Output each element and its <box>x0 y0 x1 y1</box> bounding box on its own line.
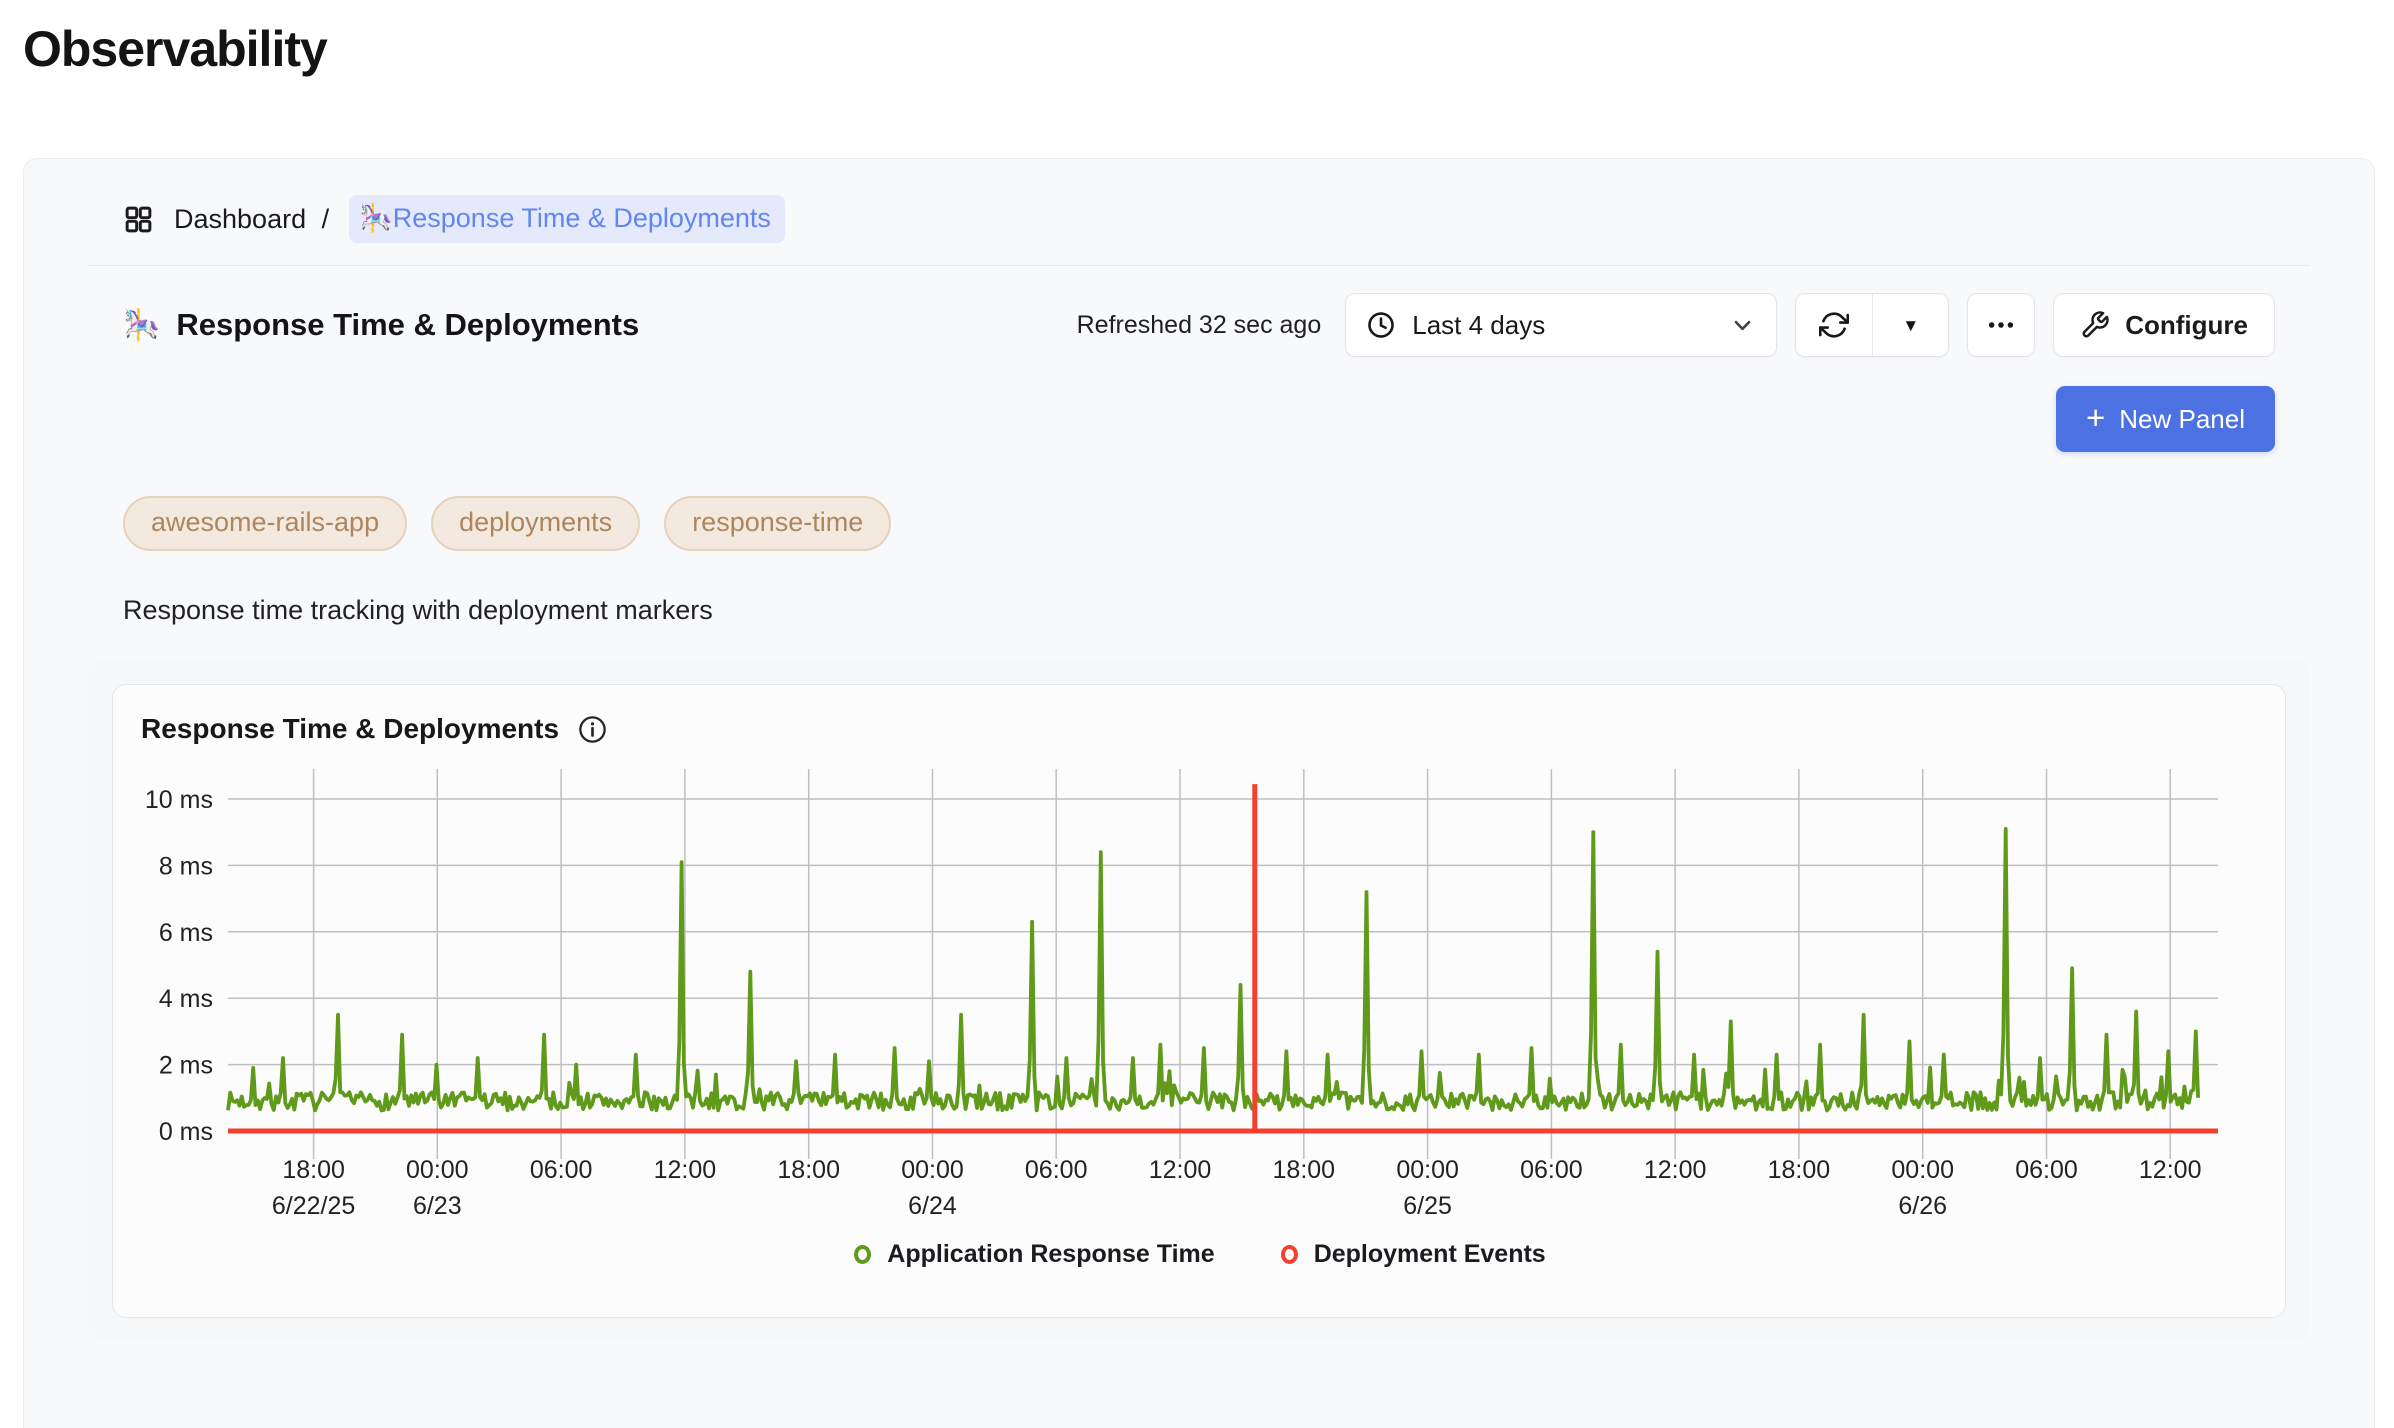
legend-item[interactable]: Application Response Time <box>854 1240 1214 1269</box>
time-range-select[interactable]: Last 4 days <box>1345 293 1777 357</box>
divider <box>88 265 2310 266</box>
dashboard-header-title: 🎠 Response Time & Deployments <box>123 307 639 343</box>
svg-text:10 ms: 10 ms <box>145 786 213 814</box>
chart-plot: 18:00 6/22/25 00:00 6/23 06:00 12:00 18:00 00:0… <box>135 761 2265 1236</box>
svg-text:6/22/25: 6/22/25 <box>272 1192 355 1220</box>
more-options-button[interactable] <box>1967 293 2035 357</box>
refresh-icon <box>1819 310 1849 340</box>
dashboard-card: Dashboard / 🎠 Response Time & Deployment… <box>23 158 2375 1428</box>
breadcrumb: Dashboard / 🎠 Response Time & Deployment… <box>123 195 2275 243</box>
time-range-value: Last 4 days <box>1412 310 1545 341</box>
svg-text:6/25: 6/25 <box>1403 1192 1452 1220</box>
legend-label: Application Response Time <box>887 1240 1214 1269</box>
svg-text:6/26: 6/26 <box>1898 1192 1947 1220</box>
caret-down-icon: ▼ <box>1902 317 1919 334</box>
dashboard-description: Response time tracking with deployment m… <box>123 595 2275 626</box>
svg-text:12:00: 12:00 <box>1644 1156 1707 1184</box>
svg-text:00:00: 00:00 <box>1891 1156 1954 1184</box>
svg-text:06:00: 06:00 <box>2015 1156 2078 1184</box>
chevron-down-icon <box>1729 312 1756 339</box>
svg-text:00:00: 00:00 <box>901 1156 964 1184</box>
svg-text:12:00: 12:00 <box>654 1156 717 1184</box>
refresh-button[interactable] <box>1796 294 1872 356</box>
legend-marker-icon <box>854 1245 871 1264</box>
svg-text:00:00: 00:00 <box>1396 1156 1459 1184</box>
tag-pill[interactable]: deployments <box>431 496 640 551</box>
svg-text:4 ms: 4 ms <box>159 985 213 1013</box>
svg-text:18:00: 18:00 <box>1273 1156 1336 1184</box>
legend-marker-icon <box>1281 1245 1298 1264</box>
new-panel-label: New Panel <box>2119 404 2245 435</box>
refreshed-status: Refreshed 32 sec ago <box>1077 311 1322 340</box>
breadcrumb-dashboard-label: Dashboard <box>174 204 306 234</box>
svg-text:2 ms: 2 ms <box>159 1052 213 1080</box>
svg-text:06:00: 06:00 <box>1025 1156 1088 1184</box>
svg-text:18:00: 18:00 <box>777 1156 840 1184</box>
plus-icon: + <box>2086 399 2105 437</box>
svg-text:18:00: 18:00 <box>1768 1156 1831 1184</box>
carousel-emoji-icon: 🎠 <box>123 308 160 343</box>
dashboard-title-text: Response Time & Deployments <box>176 307 639 343</box>
configure-button[interactable]: Configure <box>2053 293 2275 357</box>
header-controls: Refreshed 32 sec ago Last 4 days <box>1077 293 2275 357</box>
svg-text:12:00: 12:00 <box>1149 1156 1212 1184</box>
svg-text:06:00: 06:00 <box>530 1156 593 1184</box>
page-title: Observability <box>23 20 2375 78</box>
svg-text:6/23: 6/23 <box>413 1192 462 1220</box>
svg-text:12:00: 12:00 <box>2139 1156 2202 1184</box>
svg-text:18:00: 18:00 <box>282 1156 345 1184</box>
clock-icon <box>1366 310 1396 340</box>
svg-text:0 ms: 0 ms <box>159 1118 213 1146</box>
svg-text:06:00: 06:00 <box>1520 1156 1583 1184</box>
refresh-options-button[interactable]: ▼ <box>1872 294 1948 356</box>
tags-row: awesome-rails-app deployments response-tim… <box>123 496 2275 551</box>
breadcrumb-current-link[interactable]: 🎠 Response Time & Deployments <box>349 195 785 243</box>
legend-label: Deployment Events <box>1314 1240 1546 1269</box>
new-panel-button[interactable]: + New Panel <box>2056 386 2275 452</box>
configure-label: Configure <box>2125 310 2248 341</box>
breadcrumb-current-label: Response Time & Deployments <box>393 203 771 234</box>
info-icon[interactable] <box>577 714 608 745</box>
svg-text:8 ms: 8 ms <box>159 852 213 880</box>
chart-card: Response Time & Deployments 18:00 6/22/25… <box>112 684 2286 1318</box>
dashboard-grid-icon[interactable] <box>123 204 154 235</box>
svg-text:00:00: 00:00 <box>406 1156 469 1184</box>
legend-item[interactable]: Deployment Events <box>1281 1240 1546 1269</box>
breadcrumb-separator: / <box>322 204 330 234</box>
chart-title: Response Time & Deployments <box>141 713 559 745</box>
svg-text:6 ms: 6 ms <box>159 919 213 947</box>
chart-header: Response Time & Deployments <box>141 713 2265 745</box>
svg-text:6/24: 6/24 <box>908 1192 957 1220</box>
tag-pill[interactable]: response-time <box>664 496 891 551</box>
carousel-emoji-icon: 🎠 <box>359 202 393 234</box>
tag-pill[interactable]: awesome-rails-app <box>123 496 407 551</box>
tools-icon <box>2080 310 2110 340</box>
chart-legend: Application Response Time Deployment Even… <box>135 1240 2265 1269</box>
ellipsis-icon <box>1986 310 2016 340</box>
chart-panel: Response Time & Deployments 18:00 6/22/25… <box>88 660 2310 1342</box>
refresh-split-button: ▼ <box>1795 293 1949 357</box>
breadcrumb-dashboard-link[interactable]: Dashboard / <box>174 204 329 235</box>
